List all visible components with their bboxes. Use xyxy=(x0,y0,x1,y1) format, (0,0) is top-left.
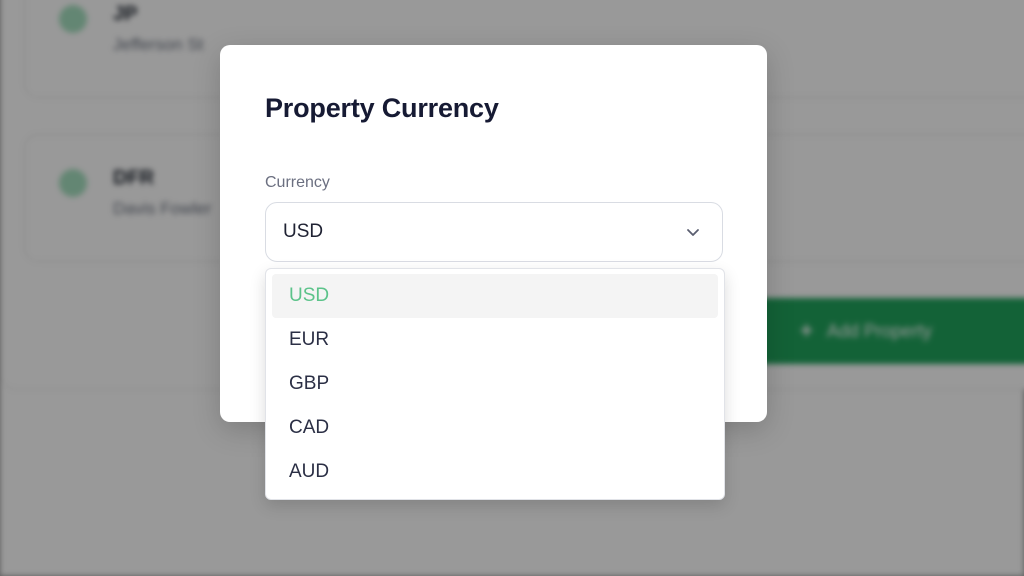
currency-select-value: USD xyxy=(283,221,324,242)
currency-option-gbp[interactable]: GBP xyxy=(272,362,718,406)
app-stage: JP Jefferson St DFR Davis Fowler + Add P… xyxy=(0,0,1024,576)
currency-option-usd[interactable]: USD xyxy=(272,274,718,318)
modal-title: Property Currency xyxy=(265,93,499,123)
currency-field-label: Currency xyxy=(265,174,330,191)
chevron-down-icon xyxy=(687,229,699,236)
currency-option-aud[interactable]: AUD xyxy=(272,450,718,494)
currency-option-eur[interactable]: EUR xyxy=(272,318,718,362)
currency-option-cad[interactable]: CAD xyxy=(272,406,718,450)
currency-select[interactable]: USD xyxy=(265,202,723,262)
currency-dropdown-list: USD EUR GBP CAD AUD xyxy=(265,268,725,500)
